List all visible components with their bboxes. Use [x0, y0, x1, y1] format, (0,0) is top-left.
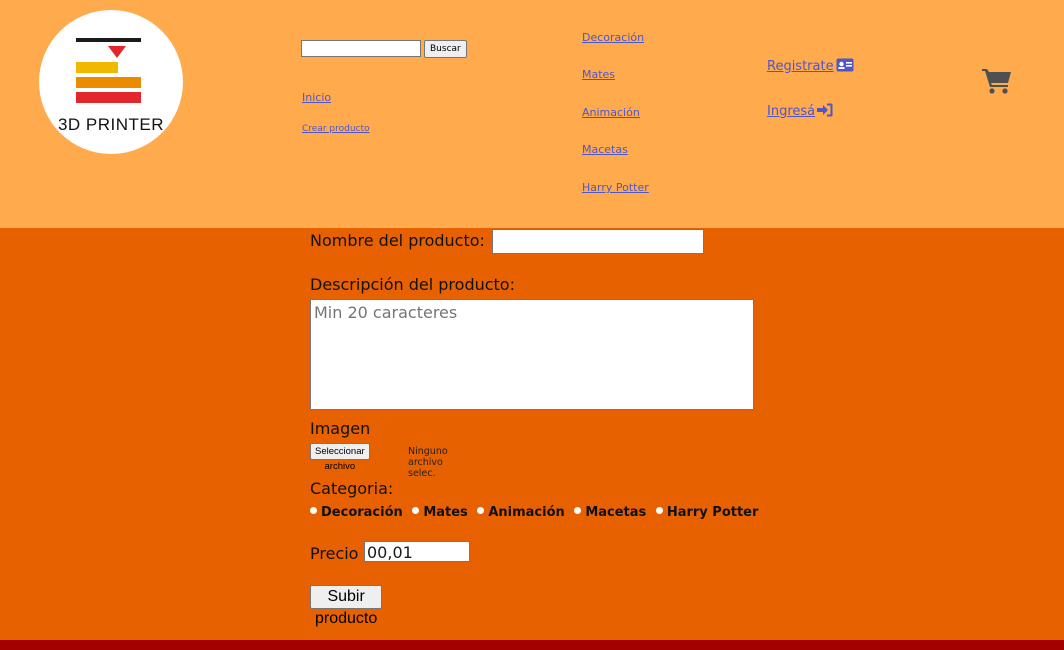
category-link-harry-potter[interactable]: Harry Potter [582, 181, 649, 194]
radio-circle[interactable] [574, 507, 582, 514]
description-label: Descripción del producto: [310, 275, 515, 294]
cart-button[interactable] [982, 68, 1012, 98]
logo-bar [76, 38, 141, 42]
submit-product-button[interactable]: Subir producto [310, 585, 383, 627]
category-radio-animacion[interactable]: Animación [477, 505, 565, 520]
product-name-field[interactable] [492, 229, 704, 254]
login-link[interactable]: Ingresá [767, 103, 833, 119]
logo-layer-yellow [76, 62, 118, 73]
name-label: Nombre del producto: [310, 231, 485, 250]
category-radio-macetas[interactable]: Macetas [574, 505, 646, 520]
category-radio-decoracion[interactable]: Decoración [310, 505, 403, 520]
image-label: Imagen [310, 419, 371, 438]
radio-circle[interactable] [412, 507, 420, 514]
footer-bar [0, 640, 1064, 650]
search-input[interactable] [301, 40, 421, 57]
radio-label: Macetas [585, 505, 647, 520]
logo-text: 3D PRINTER [57, 115, 165, 134]
login-label: Ingresá [767, 104, 816, 119]
category-link-macetas[interactable]: Macetas [582, 143, 628, 156]
file-select-button[interactable]: Seleccionar archivo [310, 443, 370, 472]
register-label: Registrate [767, 59, 834, 74]
radio-circle[interactable] [310, 507, 317, 514]
radio-label: Animación [488, 505, 565, 520]
category-link-decoracion[interactable]: Decoración [582, 31, 644, 44]
nav-inicio-link[interactable]: Inicio [302, 91, 331, 104]
radio-circle[interactable] [655, 507, 663, 514]
id-card-icon [836, 58, 854, 72]
price-field[interactable]: 00,01 [364, 541, 470, 562]
sign-in-icon [817, 103, 833, 117]
price-label: Precio [310, 544, 359, 563]
site-header: 3D PRINTER Buscar Inicio Crear producto … [0, 0, 1064, 228]
category-link-mates[interactable]: Mates [582, 68, 615, 81]
register-link[interactable]: Registrate [767, 58, 854, 74]
radio-label: Harry Potter [666, 505, 759, 520]
category-link-animacion[interactable]: Animación [582, 106, 640, 119]
radio-circle[interactable] [477, 507, 485, 514]
logo-triangle [108, 46, 126, 58]
category-radio-mates[interactable]: Mates [412, 505, 468, 520]
category-label: Categoria: [310, 479, 394, 498]
logo[interactable]: 3D PRINTER [39, 10, 183, 154]
category-radio-harry-potter[interactable]: Harry Potter [655, 505, 759, 520]
radio-label: Mates [423, 505, 468, 520]
logo-layer-orange [76, 77, 141, 88]
shopping-cart-icon [982, 69, 1011, 94]
product-description-field[interactable] [310, 299, 754, 410]
logo-layer-red [76, 92, 141, 103]
nav-crear-producto-link[interactable]: Crear producto [302, 124, 370, 134]
category-radio-group: Decoración Mates Animación Macetas Harry… [310, 505, 763, 520]
file-status-text: Ninguno archivo selec. [408, 446, 448, 479]
radio-label: Decoración [321, 505, 403, 520]
search-button[interactable]: Buscar [424, 40, 467, 58]
